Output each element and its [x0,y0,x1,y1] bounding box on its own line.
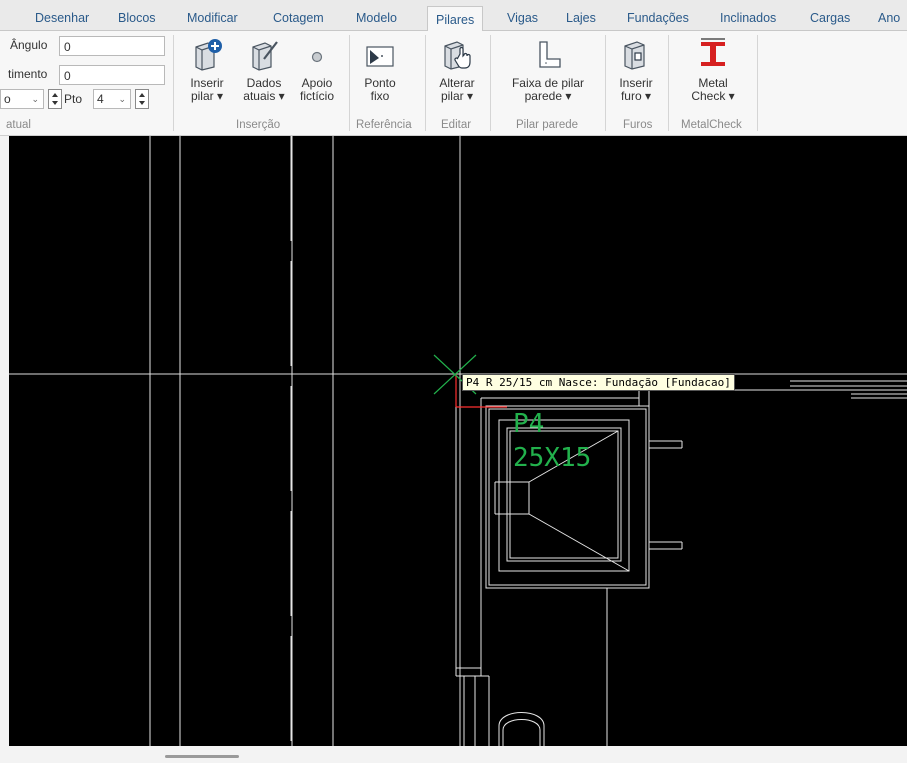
group-label-editar: Editar [441,119,472,131]
tab-inclinados[interactable]: Inclinados [720,11,776,25]
group-label-metalcheck: MetalCheck [681,119,742,131]
ponto-fixo-line2: fixo [370,89,390,103]
wall-column-icon [539,41,561,68]
tab-fundacoes[interactable]: Fundações [627,11,689,25]
edit-column-data-icon [252,41,278,71]
faixa-pilar-parede-line2: parede ▾ [524,89,572,103]
inserir-furo-button[interactable]: Inserir furo ▾ [612,37,660,103]
group-label-dados-atuais: atual [6,119,31,131]
group-label-furos: Furos [623,119,653,131]
tab-cotagem[interactable]: Cotagem [273,11,324,25]
pillar-diagonal [528,513,630,572]
pto-combo-value: 4 [97,92,104,106]
deslocamento-label: timento [8,67,48,81]
pillar-name-label: P4 [513,409,544,439]
fictitious-support-icon [311,51,323,63]
ribbon-tab-bar: Desenhar Blocos Modificar Cotagem Modelo… [0,0,907,36]
pillar-info-tooltip: P4 R 25/15 cm Nasce: Fundação [Fundacao] [462,374,735,391]
metal-check-button[interactable]: Metal Check ▾ [677,37,749,103]
inserir-pilar-button[interactable]: Inserir pilar ▾ [183,37,231,103]
tab-modificar[interactable]: Modificar [187,11,238,25]
group-label-insercao: Inserção [236,119,281,131]
chevron-down-icon: ⌄ [118,94,126,104]
inserir-furo-line2: furo ▾ [620,89,652,103]
tab-desenhar[interactable]: Desenhar [35,11,89,25]
modify-column-icon [444,41,471,70]
divider [173,35,174,131]
divider [757,35,758,131]
divider [349,35,350,131]
apoio-ficticio-line2: fictício [299,89,334,103]
deslocamento-input[interactable]: 0 [59,65,165,85]
door-symbol [498,712,545,746]
dados-atuais-line2: atuais ▾ [243,89,285,103]
pto-label: Pto [64,92,83,106]
alterar-pilar-button[interactable]: Alterar pilar ▾ [432,37,482,103]
cad-drawing-canvas[interactable]: P4 25X15 P4 R 25/15 cm Nasce: Fundação [… [9,136,907,746]
tab-cargas[interactable]: Cargas [810,11,850,25]
faixa-pilar-parede-button[interactable]: Faixa de pilar parede ▾ [500,37,596,103]
tab-modelo[interactable]: Modelo [356,11,397,25]
tab-ano[interactable]: Ano [878,11,900,25]
pto-combo[interactable]: 4 ⌄ [93,89,131,109]
group-label-referencia: Referência [356,119,412,131]
reference-combo[interactable]: o ⌄ [0,89,44,109]
pillar-dims-label: 25X15 [513,443,591,473]
ribbon-panel: Ângulo 0 timento 0 o ⌄ Pto 4 ⌄ atual Ins… [0,31,907,136]
divider [668,35,669,131]
insert-hole-icon [624,41,645,70]
tab-lajes[interactable]: Lajes [566,11,596,25]
reference-spinner[interactable] [48,89,62,109]
status-bar [0,746,907,763]
cad-drawing: P4 25X15 [9,136,907,746]
inserir-pilar-line2: pilar ▾ [190,89,224,103]
insert-column-icon [195,39,222,71]
left-margin [0,136,9,746]
apoio-ficticio-button[interactable]: Apoio fictício [293,37,341,103]
ponto-fixo-button[interactable]: Ponto fixo [356,37,404,103]
chevron-down-icon: ⌄ [31,94,39,104]
alterar-pilar-line2: pilar ▾ [440,89,474,103]
horizontal-scrollbar-thumb[interactable] [165,755,239,758]
steel-i-beam-icon [701,38,725,66]
pto-spinner[interactable] [135,89,149,109]
angulo-input[interactable]: 0 [59,36,165,56]
divider [605,35,606,131]
tab-blocos[interactable]: Blocos [118,11,156,25]
metal-check-line2: Check ▾ [691,89,735,103]
dados-atuais-button[interactable]: Dados atuais ▾ [237,37,291,103]
tab-vigas[interactable]: Vigas [507,11,538,25]
angulo-label: Ângulo [10,38,48,52]
fixed-point-icon [366,46,394,67]
divider [425,35,426,131]
door-symbol [502,719,541,746]
divider [490,35,491,131]
reference-combo-value: o [4,92,11,106]
group-label-pilar-parede: Pilar parede [516,119,579,131]
